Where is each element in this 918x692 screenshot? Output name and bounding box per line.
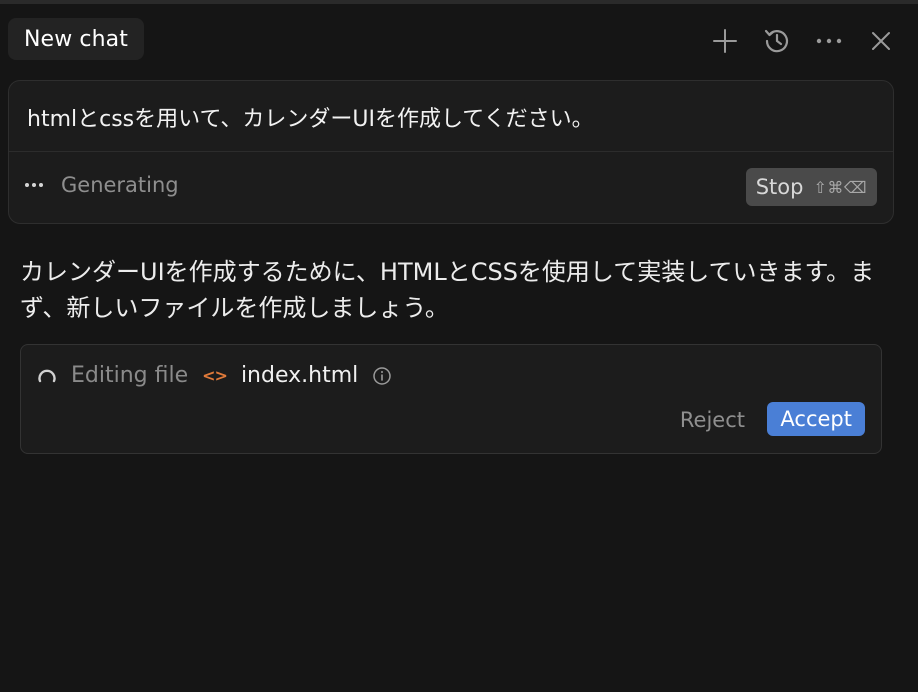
tab-new-chat[interactable]: New chat (8, 18, 144, 60)
close-button[interactable] (862, 22, 900, 60)
prompt-text[interactable]: htmlとcssを用いて、カレンダーUIを作成してください。 (27, 101, 594, 133)
info-icon[interactable] (372, 366, 392, 386)
accept-button[interactable]: Accept (767, 402, 865, 436)
code-file-icon: <> (202, 366, 228, 385)
prompt-divider (9, 151, 893, 152)
edit-file-card: Editing file <> index.html Reject Accept (20, 344, 882, 454)
toolbar (706, 22, 900, 60)
stop-button[interactable]: Stop ⇧⌘⌫ (745, 168, 877, 206)
history-button[interactable] (758, 22, 796, 60)
history-icon (764, 29, 789, 53)
new-chat-button[interactable] (706, 22, 744, 60)
edit-status: Editing file (71, 363, 189, 388)
generating-label: Generating (61, 173, 179, 197)
stop-label: Stop (755, 175, 804, 199)
loading-dots-icon (25, 183, 49, 187)
close-icon (872, 32, 890, 50)
more-options-button[interactable] (810, 22, 848, 60)
spinner-icon (37, 366, 57, 386)
tab-label: New chat (24, 26, 128, 52)
prompt-card: htmlとcssを用いて、カレンダーUIを作成してください。 Generatin… (8, 80, 894, 224)
generating-status: Generating (25, 173, 179, 197)
reject-button[interactable]: Reject (680, 403, 745, 437)
stop-shortcut: ⇧⌘⌫ (813, 177, 867, 197)
plus-icon (713, 29, 737, 53)
edit-file-row: Editing file <> index.html (37, 363, 392, 388)
more-icon (816, 38, 842, 44)
filename-link[interactable]: index.html (241, 363, 358, 388)
assistant-message: カレンダーUIを作成するために、HTMLとCSSを使用して実装していきます。まず… (20, 258, 875, 322)
chat-panel: New chat htmlとcssを用いて、カレンダーUIを作成してください。 … (0, 0, 918, 692)
